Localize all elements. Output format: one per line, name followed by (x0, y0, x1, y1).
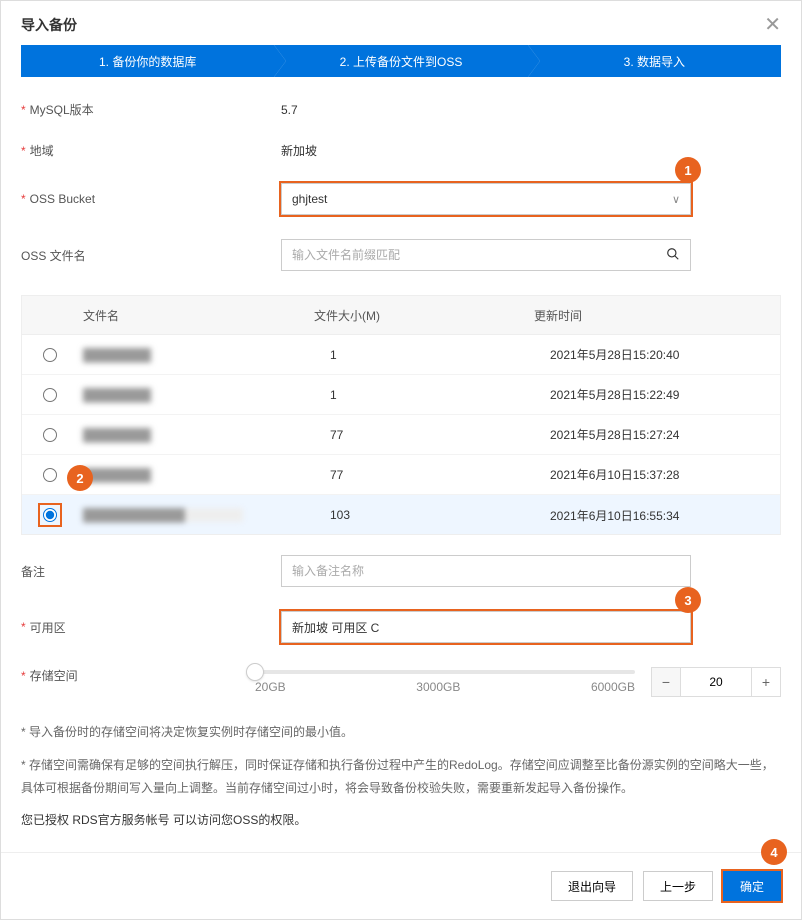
file-name: ████████ (83, 468, 151, 482)
col-header-time: 更新时间 (534, 307, 764, 324)
file-radio[interactable] (43, 348, 57, 362)
annotation-1: 1 (675, 157, 701, 183)
dialog-header: 导入备份 ✕ (1, 1, 801, 45)
remark-input-wrap (281, 555, 691, 587)
table-row[interactable]: ████████ 77 2021年6月10日15:37:28 (22, 455, 780, 495)
search-icon[interactable] (666, 247, 680, 264)
file-time: 2021年6月10日15:37:28 (550, 466, 780, 483)
table-header: 文件名 文件大小(M) 更新时间 (21, 295, 781, 335)
table-row[interactable]: ████████ 1 2021年5月28日15:22:49 (22, 375, 780, 415)
dialog-title: 导入备份 (21, 15, 77, 35)
col-header-name: 文件名 (77, 307, 314, 324)
form-area: *MySQL版本 5.7 *地域 新加坡 *OSS Bucket ghjtest… (1, 97, 801, 271)
step-2[interactable]: 2. 上传备份文件到OSS (274, 45, 527, 77)
col-header-size: 文件大小(M) (314, 307, 534, 324)
file-time: 2021年5月28日15:22:49 (550, 386, 780, 403)
oss-bucket-select[interactable]: ghjtest ∨ (281, 183, 691, 215)
zone-value: 新加坡 可用区 C (292, 619, 379, 636)
increase-button[interactable]: + (751, 667, 781, 697)
slider-mid: 3000GB (416, 680, 460, 694)
file-name: ████████ (83, 388, 151, 402)
oss-bucket-label: OSS Bucket (30, 192, 95, 206)
oss-filename-label: OSS 文件名 (21, 247, 86, 264)
file-radio[interactable] (43, 388, 57, 402)
storage-input[interactable] (681, 667, 751, 697)
table-row[interactable]: ████████ 1 2021年5月28日15:20:40 (22, 335, 780, 375)
annotation-3: 3 (675, 587, 701, 613)
table-row[interactable]: ████████ 77 2021年5月28日15:27:24 (22, 415, 780, 455)
file-table: 文件名 文件大小(M) 更新时间 ████████ 1 2021年5月28日15… (21, 295, 781, 535)
import-backup-dialog: 导入备份 ✕ 1. 备份你的数据库 2. 上传备份文件到OSS 3. 数据导入 … (0, 0, 802, 920)
slider-thumb[interactable] (246, 663, 264, 681)
table-body[interactable]: ████████ 1 2021年5月28日15:20:40 ████████ 1… (21, 335, 781, 535)
note-3: 您已授权 RDS官方服务帐号 可以访问您OSS的权限。 (21, 809, 781, 832)
storage-slider[interactable] (255, 670, 635, 674)
annotation-2: 2 (67, 465, 93, 491)
region-label: 地域 (30, 142, 54, 159)
previous-button[interactable]: 上一步 (643, 871, 713, 901)
close-icon[interactable]: ✕ (764, 15, 781, 35)
exit-wizard-button[interactable]: 退出向导 (551, 871, 633, 901)
note-2: * 存储空间需确保有足够的空间执行解压，同时保证存储和执行备份过程中产生的Red… (21, 754, 781, 800)
oss-bucket-value: ghjtest (292, 192, 327, 206)
wizard-steps: 1. 备份你的数据库 2. 上传备份文件到OSS 3. 数据导入 (1, 45, 801, 97)
file-radio[interactable] (43, 428, 57, 442)
file-time: 2021年6月10日16:55:34 (550, 507, 780, 524)
mysql-version-value: 5.7 (281, 103, 781, 117)
file-time: 2021年5月28日15:20:40 (550, 346, 780, 363)
file-size: 77 (330, 428, 550, 442)
file-radio[interactable] (43, 508, 57, 522)
ok-button[interactable]: 确定 (723, 871, 781, 901)
annotation-4: 4 (761, 839, 787, 865)
mysql-version-label: MySQL版本 (30, 101, 94, 118)
oss-filename-input[interactable] (292, 248, 660, 262)
storage-stepper: − + (651, 667, 781, 697)
storage-label: 存储空间 (30, 667, 78, 684)
file-name: ████████ (83, 348, 151, 362)
note-1: * 导入备份时的存储空间将决定恢复实例时存储空间的最小值。 (21, 721, 781, 744)
step-3[interactable]: 3. 数据导入 (528, 45, 781, 77)
remark-label: 备注 (21, 563, 45, 580)
table-row[interactable]: ████████████ 103 2021年6月10日16:55:34 (22, 495, 780, 535)
file-name: ████████ (83, 428, 151, 442)
file-name: ████████████ (83, 508, 243, 522)
file-size: 1 (330, 388, 550, 402)
file-radio[interactable] (43, 468, 57, 482)
decrease-button[interactable]: − (651, 667, 681, 697)
file-size: 103 (330, 508, 550, 522)
step-1[interactable]: 1. 备份你的数据库 (21, 45, 274, 77)
zone-select[interactable]: 新加坡 可用区 C (281, 611, 691, 643)
chevron-down-icon: ∨ (672, 193, 680, 206)
dialog-footer: 退出向导 上一步 确定 4 (1, 852, 801, 919)
file-size: 77 (330, 468, 550, 482)
notes: * 导入备份时的存储空间将决定恢复实例时存储空间的最小值。 * 存储空间需确保有… (1, 721, 801, 852)
zone-label: 可用区 (30, 619, 66, 636)
remark-input[interactable] (292, 564, 680, 578)
slider-max: 6000GB (591, 680, 635, 694)
file-time: 2021年5月28日15:27:24 (550, 426, 780, 443)
slider-min: 20GB (255, 680, 286, 694)
region-value: 新加坡 (281, 142, 781, 159)
oss-filename-input-wrap (281, 239, 691, 271)
file-size: 1 (330, 348, 550, 362)
